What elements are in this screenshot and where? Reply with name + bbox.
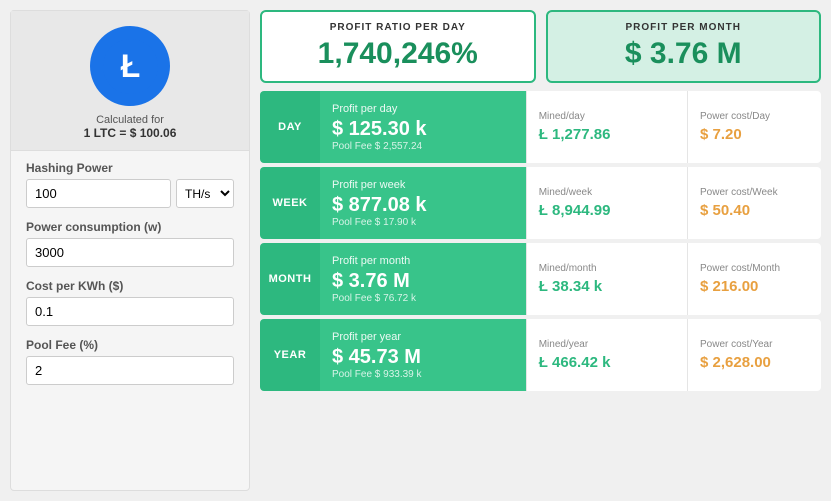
mined-value: Ł 38.34 k (539, 278, 602, 295)
ltc-icon: Ł (103, 39, 158, 94)
main-container: Ł Calculated for 1 LTC = $ 100.06 Hashin… (0, 0, 831, 501)
row-period-label: Day (260, 91, 320, 163)
profit-value: $ 125.30 k (332, 117, 514, 141)
data-row: Month Profit per month $ 3.76 M Pool Fee… (260, 243, 821, 315)
mined-label: Mined/month (539, 263, 597, 274)
power-cost-label: Power cost/Month (700, 263, 780, 274)
power-label: Power consumption (w) (26, 220, 234, 234)
power-cost-value: $ 7.20 (700, 126, 742, 143)
mined-label: Mined/week (539, 187, 592, 198)
data-row: Year Profit per year $ 45.73 M Pool Fee … (260, 319, 821, 391)
power-input[interactable] (26, 238, 234, 267)
profit-label: Profit per day (332, 103, 514, 115)
power-cost-label: Power cost/Year (700, 339, 772, 350)
profit-value: $ 45.73 M (332, 345, 514, 369)
mined-value: Ł 466.42 k (539, 354, 611, 371)
cost-group: Cost per KWh ($) (26, 279, 234, 326)
mined-label: Mined/day (539, 111, 585, 122)
row-profit: Profit per year $ 45.73 M Pool Fee $ 933… (320, 319, 526, 391)
data-row: Week Profit per week $ 877.08 k Pool Fee… (260, 167, 821, 239)
right-panel: PROFIT RATIO PER DAY 1,740,246% PROFIT P… (260, 10, 821, 491)
row-profit: Profit per day $ 125.30 k Pool Fee $ 2,5… (320, 91, 526, 163)
calc-for-label: Calculated for 1 LTC = $ 100.06 (84, 114, 177, 140)
mined-value: Ł 8,944.99 (539, 202, 611, 219)
svg-text:Ł: Ł (120, 48, 140, 84)
row-power: Power cost/Year $ 2,628.00 (687, 319, 821, 391)
ratio-card: PROFIT RATIO PER DAY 1,740,246% (260, 10, 536, 83)
month-value: $ 3.76 M (563, 37, 805, 71)
hashing-input-row: TH/s GH/s MH/s KH/s (26, 179, 234, 208)
row-mined: Mined/week Ł 8,944.99 (526, 167, 687, 239)
logo-area: Ł Calculated for 1 LTC = $ 100.06 (11, 11, 249, 151)
profit-value: $ 3.76 M (332, 269, 514, 293)
power-cost-label: Power cost/Week (700, 187, 778, 198)
month-label: PROFIT PER MONTH (563, 22, 805, 33)
power-cost-value: $ 2,628.00 (700, 354, 771, 371)
row-period-label: Week (260, 167, 320, 239)
ratio-value: 1,740,246% (277, 37, 519, 71)
ltc-price: 1 LTC = $ 100.06 (84, 126, 177, 140)
profit-label: Profit per month (332, 255, 514, 267)
power-cost-label: Power cost/Day (700, 111, 770, 122)
row-mined: Mined/year Ł 466.42 k (526, 319, 687, 391)
pool-fee: Pool Fee $ 76.72 k (332, 293, 514, 304)
data-row: Day Profit per day $ 125.30 k Pool Fee $… (260, 91, 821, 163)
row-profit: Profit per month $ 3.76 M Pool Fee $ 76.… (320, 243, 526, 315)
power-input-row (26, 238, 234, 267)
cost-input[interactable] (26, 297, 234, 326)
pool-group: Pool Fee (%) (26, 338, 234, 385)
pool-input[interactable] (26, 356, 234, 385)
row-mined: Mined/day Ł 1,277.86 (526, 91, 687, 163)
row-period-label: Month (260, 243, 320, 315)
cost-label: Cost per KWh ($) (26, 279, 234, 293)
form-section: Hashing Power TH/s GH/s MH/s KH/s Power … (11, 151, 249, 397)
pool-fee: Pool Fee $ 17.90 k (332, 217, 514, 228)
ratio-label: PROFIT RATIO PER DAY (277, 22, 519, 33)
power-group: Power consumption (w) (26, 220, 234, 267)
hashing-label: Hashing Power (26, 161, 234, 175)
profit-label: Profit per year (332, 331, 514, 343)
row-power: Power cost/Week $ 50.40 (687, 167, 821, 239)
mined-value: Ł 1,277.86 (539, 126, 611, 143)
mined-label: Mined/year (539, 339, 588, 350)
row-power: Power cost/Day $ 7.20 (687, 91, 821, 163)
cost-input-row (26, 297, 234, 326)
hashing-group: Hashing Power TH/s GH/s MH/s KH/s (26, 161, 234, 208)
profit-value: $ 877.08 k (332, 193, 514, 217)
left-panel: Ł Calculated for 1 LTC = $ 100.06 Hashin… (10, 10, 250, 491)
pool-fee: Pool Fee $ 933.39 k (332, 369, 514, 380)
power-cost-value: $ 216.00 (700, 278, 758, 295)
pool-label: Pool Fee (%) (26, 338, 234, 352)
hashing-unit-select[interactable]: TH/s GH/s MH/s KH/s (176, 179, 234, 208)
row-mined: Mined/month Ł 38.34 k (526, 243, 687, 315)
row-profit: Profit per week $ 877.08 k Pool Fee $ 17… (320, 167, 526, 239)
ltc-logo: Ł (90, 26, 170, 106)
hashing-input[interactable] (26, 179, 171, 208)
pool-fee: Pool Fee $ 2,557.24 (332, 141, 514, 152)
month-card: PROFIT PER MONTH $ 3.76 M (546, 10, 822, 83)
profit-label: Profit per week (332, 179, 514, 191)
data-rows: Day Profit per day $ 125.30 k Pool Fee $… (260, 91, 821, 391)
power-cost-value: $ 50.40 (700, 202, 750, 219)
row-power: Power cost/Month $ 216.00 (687, 243, 821, 315)
summary-row: PROFIT RATIO PER DAY 1,740,246% PROFIT P… (260, 10, 821, 83)
row-period-label: Year (260, 319, 320, 391)
pool-input-row (26, 356, 234, 385)
